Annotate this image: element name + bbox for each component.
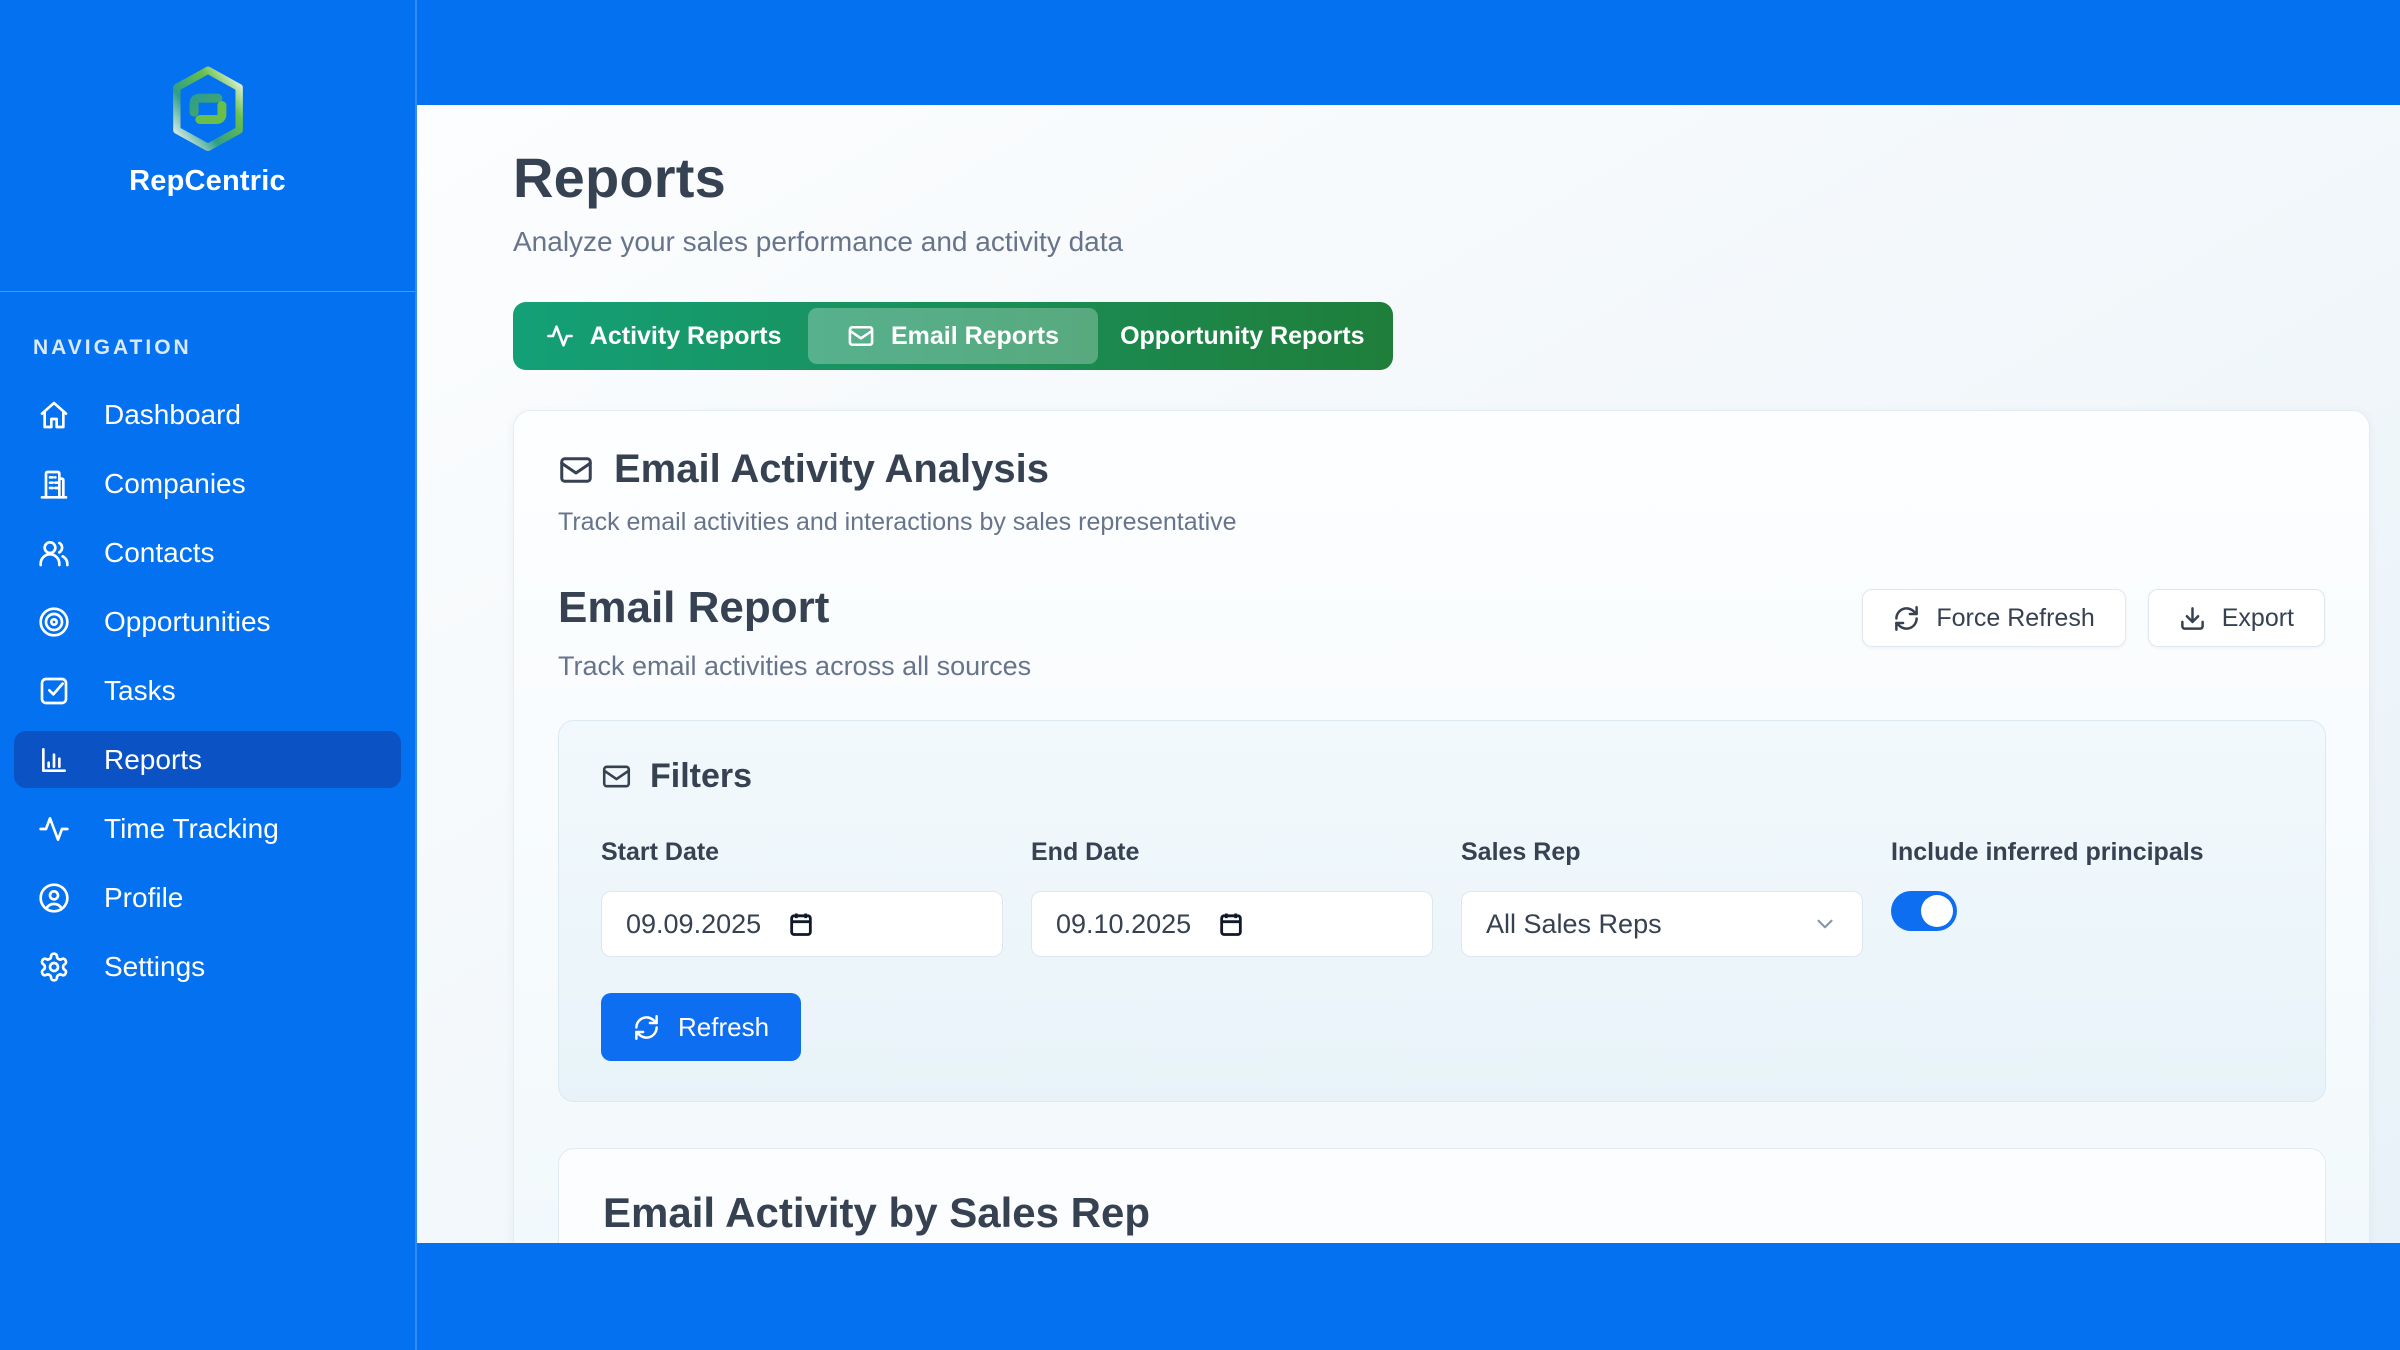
gear-icon <box>38 951 70 983</box>
refresh-button[interactable]: Refresh <box>601 993 801 1061</box>
sidebar-item-label: Companies <box>104 468 246 500</box>
refresh-icon <box>633 1014 660 1041</box>
download-icon <box>2179 605 2206 632</box>
report-tabs: Activity Reports Email Reports Opportuni… <box>513 302 1393 370</box>
page-subtitle: Analyze your sales performance and activ… <box>513 226 2370 258</box>
end-date-value: 09.10.2025 <box>1056 909 1191 940</box>
sidebar-item-label: Dashboard <box>104 399 241 431</box>
email-report-subtitle: Track email activities across all source… <box>558 651 1031 682</box>
building-icon <box>38 468 70 500</box>
email-report-title: Email Report <box>558 583 1031 633</box>
sidebar-item-label: Contacts <box>104 537 215 569</box>
tab-label: Opportunity Reports <box>1120 322 1364 351</box>
target-icon <box>38 606 70 638</box>
filters-title: Filters <box>650 757 752 796</box>
sales-rep-select[interactable]: All Sales Reps <box>1461 891 1863 957</box>
users-icon <box>38 537 70 569</box>
sidebar-item-contacts[interactable]: Contacts <box>14 524 401 581</box>
filters-card: Filters Start Date 09.09.2025 End Date 0… <box>558 720 2326 1102</box>
check-square-icon <box>38 675 70 707</box>
activity-icon <box>38 813 70 845</box>
page-title: Reports <box>513 145 2370 210</box>
sidebar-item-label: Opportunities <box>104 606 271 638</box>
sidebar-item-label: Settings <box>104 951 205 983</box>
sidebar-item-label: Profile <box>104 882 183 914</box>
tab-label: Email Reports <box>891 322 1059 351</box>
calendar-icon[interactable] <box>1217 910 1245 938</box>
force-refresh-label: Force Refresh <box>1936 604 2094 633</box>
force-refresh-button[interactable]: Force Refresh <box>1862 589 2125 647</box>
main-content: Reports Analyze your sales performance a… <box>417 105 2400 1243</box>
activity-section-title: Email Activity by Sales Rep <box>603 1189 2281 1237</box>
include-inferred-label: Include inferred principals <box>1891 838 2204 867</box>
sidebar-item-profile[interactable]: Profile <box>14 869 401 926</box>
mail-icon <box>558 452 594 488</box>
nav-section-label: NAVIGATION <box>33 336 415 360</box>
sidebar-item-label: Reports <box>104 744 202 776</box>
sidebar-item-label: Tasks <box>104 675 176 707</box>
sidebar-item-dashboard[interactable]: Dashboard <box>14 386 401 443</box>
mail-icon <box>601 761 632 792</box>
sidebar-item-label: Time Tracking <box>104 813 279 845</box>
email-activity-by-rep-card: Email Activity by Sales Rep Summary of e… <box>558 1148 2326 1243</box>
start-date-value: 09.09.2025 <box>626 909 761 940</box>
tab-opportunity-reports[interactable]: Opportunity Reports <box>1098 308 1387 364</box>
chevron-down-icon <box>1812 911 1838 937</box>
calendar-icon[interactable] <box>787 910 815 938</box>
tab-activity-reports[interactable]: Activity Reports <box>519 308 808 364</box>
toggle-knob <box>1921 895 1953 927</box>
end-date-input[interactable]: 09.10.2025 <box>1031 891 1433 957</box>
start-date-input[interactable]: 09.09.2025 <box>601 891 1003 957</box>
home-icon <box>38 399 70 431</box>
bar-chart-icon <box>38 744 70 776</box>
sidebar-item-companies[interactable]: Companies <box>14 455 401 512</box>
sidebar-nav: Dashboard Companies Contacts Opportuniti… <box>0 386 415 995</box>
analysis-card-title: Email Activity Analysis <box>614 447 1049 492</box>
export-label: Export <box>2222 604 2294 633</box>
activity-icon <box>546 322 574 350</box>
export-button[interactable]: Export <box>2148 589 2325 647</box>
user-circle-icon <box>38 882 70 914</box>
sidebar: RepCentric NAVIGATION Dashboard Companie… <box>0 0 417 1350</box>
end-date-label: End Date <box>1031 838 1433 867</box>
sidebar-item-time-tracking[interactable]: Time Tracking <box>14 800 401 857</box>
sales-rep-label: Sales Rep <box>1461 838 1863 867</box>
mail-icon <box>847 322 875 350</box>
email-activity-analysis-card: Email Activity Analysis Track email acti… <box>513 410 2370 1243</box>
app-logo[interactable]: RepCentric <box>0 0 415 292</box>
sidebar-item-tasks[interactable]: Tasks <box>14 662 401 719</box>
refresh-icon <box>1893 605 1920 632</box>
sidebar-item-opportunities[interactable]: Opportunities <box>14 593 401 650</box>
refresh-label: Refresh <box>678 1012 769 1043</box>
start-date-label: Start Date <box>601 838 1003 867</box>
tab-email-reports[interactable]: Email Reports <box>808 308 1097 364</box>
sidebar-item-reports[interactable]: Reports <box>14 731 401 788</box>
repcentric-logo-icon <box>167 65 249 151</box>
include-inferred-principals-toggle[interactable] <box>1891 891 1957 931</box>
tab-label: Activity Reports <box>590 322 782 351</box>
analysis-card-subtitle: Track email activities and interactions … <box>558 508 2325 537</box>
sidebar-item-settings[interactable]: Settings <box>14 938 401 995</box>
app-name: RepCentric <box>129 165 286 198</box>
sales-rep-value: All Sales Reps <box>1486 909 1662 940</box>
